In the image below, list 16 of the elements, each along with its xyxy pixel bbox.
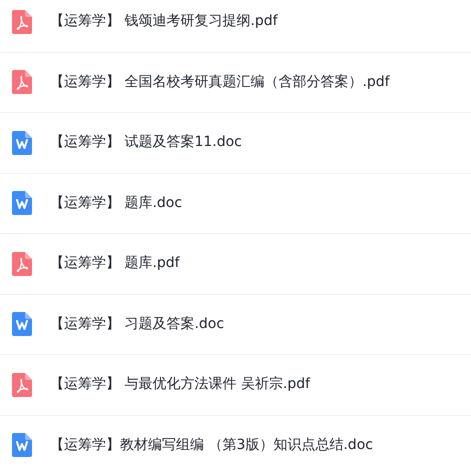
pdf-file-icon [12, 372, 32, 397]
file-name[interactable]: 【运筹学】 钱颂迪考研复习提纲.pdf [50, 11, 278, 32]
file-name[interactable]: 【运筹学】 试题及答案11.doc [50, 132, 242, 154]
file-name[interactable]: 【运筹学】 题库.pdf [50, 253, 180, 274]
pdf-file-icon [12, 70, 32, 94]
pdf-file-icon [12, 252, 32, 276]
file-name[interactable]: 【运筹学】 与最优化方法课件 吴祈宗.pdf [50, 374, 310, 396]
file-name[interactable]: 【运筹学】 习题及答案.doc [50, 314, 224, 335]
file-name[interactable]: 【运筹学】 全国名校考研真题汇编（含部分答案）.pdf [50, 72, 390, 93]
pdf-file-icon [12, 10, 32, 34]
file-name[interactable]: 【运筹学】教材编写组编 （第3版）知识点总结.doc [50, 434, 373, 456]
word-file-icon [12, 191, 32, 216]
word-file-icon [12, 130, 32, 155]
file-name[interactable]: 【运筹学】 题库.doc [50, 192, 182, 214]
word-file-icon [12, 433, 32, 458]
word-file-icon [12, 312, 32, 336]
